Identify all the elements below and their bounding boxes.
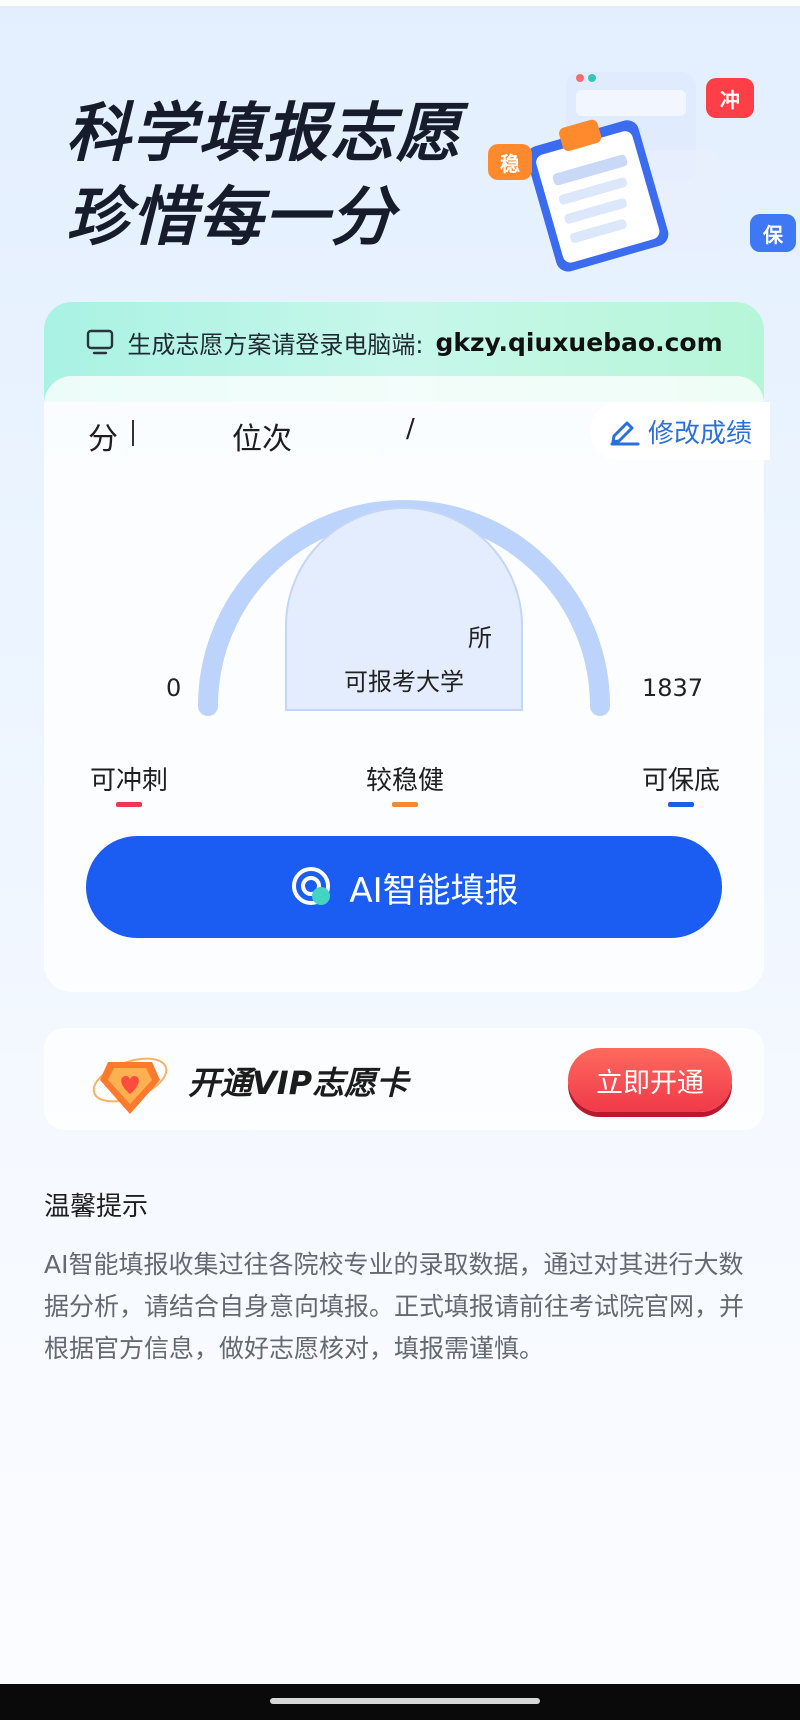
score-card: 分 位次 / 修改成绩 0 1837 所 可报考大学 可冲刺 较稳健 可保底 A… — [44, 376, 770, 992]
ai-fill-button[interactable]: AI智能填报 — [86, 836, 722, 938]
monitor-icon — [87, 329, 114, 355]
ai-icon — [292, 867, 331, 905]
vip-text: 开通VIP志愿卡 — [188, 1064, 409, 1102]
legend-label: 较稳健 — [366, 766, 445, 796]
gauge-max: 1837 — [642, 674, 704, 702]
home-gesture-handle[interactable] — [270, 1698, 540, 1704]
gauge-min: 0 — [166, 674, 182, 702]
rank-label: 位次 — [232, 422, 292, 457]
rank-separator: / — [406, 414, 415, 444]
tag-chong: 冲 — [706, 78, 754, 118]
legend-chongci: 可冲刺 — [90, 760, 169, 807]
hero-title-line1: 科学填报志愿 — [66, 97, 462, 171]
banner-text: 生成志愿方案请登录电脑端: — [127, 330, 424, 359]
gauge-caption: 可报考大学 — [344, 668, 464, 696]
ai-fill-label: AI智能填报 — [349, 870, 519, 911]
legend-wenjian: 较稳健 — [366, 760, 445, 807]
legend-bar-blue — [668, 802, 694, 807]
status-strip — [0, 0, 800, 6]
legend-label: 可冲刺 — [90, 766, 169, 796]
legend-label: 可保底 — [642, 766, 721, 796]
tag-wen: 稳 — [488, 144, 532, 180]
hero-title: 科学填报志愿 珍惜每一分 — [66, 92, 462, 260]
tips-body: AI智能填报收集过往各院校专业的录取数据，通过对其进行大数据分析，请结合自身意向… — [44, 1250, 745, 1363]
legend-bar-red — [116, 802, 142, 807]
edit-score-button[interactable]: 修改成绩 — [590, 402, 770, 460]
gauge-count-unit: 所 — [468, 624, 492, 652]
hero-title-line2: 珍惜每一分 — [66, 181, 396, 255]
system-nav-bar — [0, 1684, 800, 1720]
vip-open-button[interactable]: 立即开通 — [568, 1048, 732, 1112]
vip-badge-icon — [92, 1057, 168, 1114]
score-label: 分 — [88, 422, 118, 457]
text-cursor — [132, 420, 134, 446]
edit-score-label: 修改成绩 — [648, 418, 753, 449]
banner-url[interactable]: gkzy.qiuxuebao.com — [435, 328, 722, 357]
pencil-icon — [610, 421, 640, 446]
legend-bar-orange — [392, 802, 418, 807]
vip-card[interactable]: 开通VIP志愿卡 立即开通 — [44, 1028, 764, 1130]
legend-baodi: 可保底 — [642, 760, 721, 807]
score-row: 分 位次 / 修改成绩 — [44, 402, 770, 460]
tag-bao: 保 — [750, 214, 796, 252]
tips-title: 温馨提示 — [44, 1192, 149, 1222]
